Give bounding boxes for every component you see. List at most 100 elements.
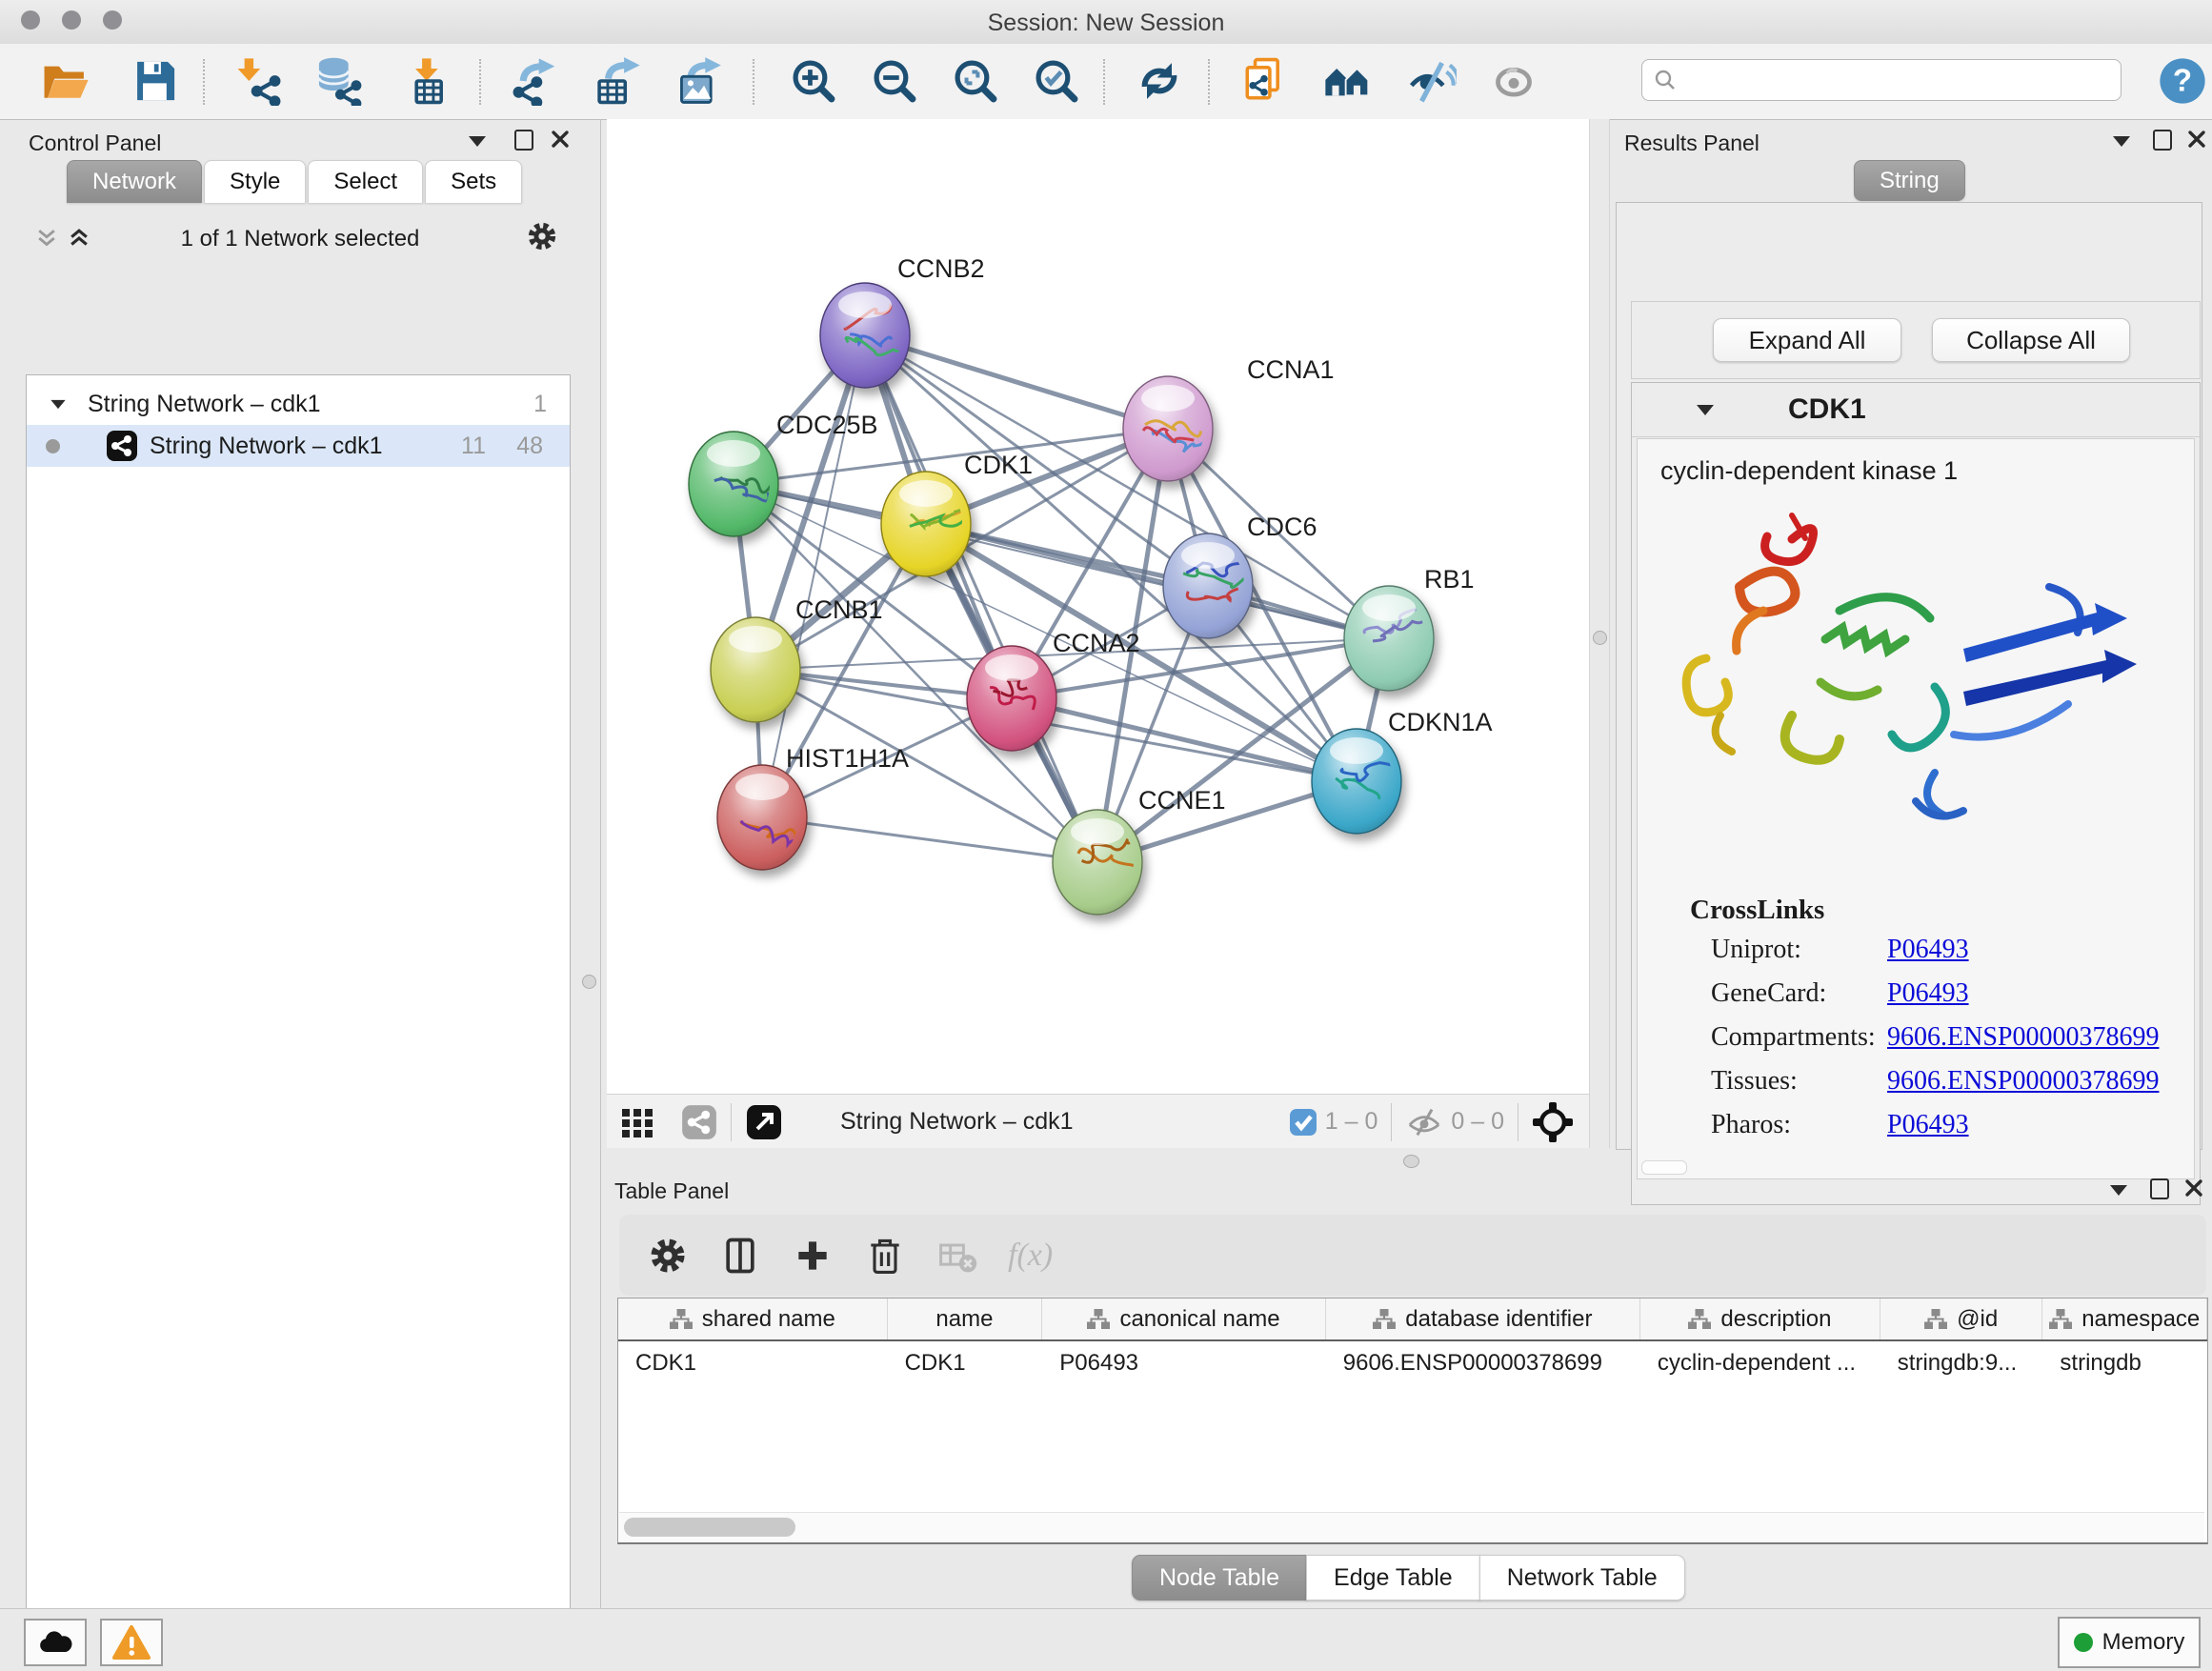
close-panel-icon[interactable]	[551, 130, 570, 149]
maximize-panel-icon[interactable]	[2150, 1178, 2169, 1199]
refresh-button[interactable]	[1132, 53, 1187, 109]
tab-network-table[interactable]: Network Table	[1479, 1555, 1685, 1601]
gear-icon[interactable]	[526, 220, 558, 252]
crosshair-icon[interactable]	[1532, 1101, 1574, 1143]
export-image-button[interactable]	[670, 53, 725, 109]
show-columns-button[interactable]	[718, 1234, 762, 1278]
memory-status-icon	[2074, 1633, 2093, 1652]
zoom-out-button[interactable]	[867, 53, 922, 109]
network-graph[interactable]: CCNB2CCNA1CDC25BCDK1CDC6RB1CCNB1CCNA2CDK…	[607, 119, 1589, 1094]
collapse-all-button[interactable]: Collapse All	[1932, 318, 2130, 362]
export-table-button[interactable]	[590, 53, 645, 109]
float-panel-icon[interactable]	[2110, 1185, 2127, 1196]
table-hscrollbar[interactable]	[619, 1512, 2204, 1541]
edge-CCNA2-CDKN1A[interactable]	[1012, 698, 1357, 781]
network-view-icon[interactable]	[681, 1104, 717, 1140]
results-scrollbar[interactable]	[1641, 1160, 1687, 1175]
node-RB1[interactable]	[1344, 586, 1434, 691]
first-neighbors-button[interactable]	[1320, 53, 1376, 109]
show-graphics-details-button[interactable]	[1486, 53, 1541, 109]
selected-checkbox-icon[interactable]	[1289, 1108, 1317, 1137]
tab-sets[interactable]: Sets	[425, 160, 522, 203]
tab-select[interactable]: Select	[308, 160, 423, 203]
tab-network[interactable]: Network	[67, 160, 202, 203]
column-header-description[interactable]: description	[1640, 1299, 1880, 1339]
collapse-section-icon[interactable]	[1697, 405, 1714, 415]
table-cell[interactable]: P06493	[1042, 1341, 1325, 1385]
table-cell[interactable]: CDK1	[618, 1341, 888, 1385]
node-HIST1H1A[interactable]	[717, 765, 807, 870]
edge-HIST1H1A-CCNE1[interactable]	[762, 817, 1097, 862]
horizontal-splitter-handle[interactable]	[1403, 1155, 1419, 1168]
warnings-button[interactable]	[100, 1619, 163, 1666]
crosslink-value-link[interactable]: P06493	[1887, 978, 1969, 1009]
network-collection-row[interactable]: String Network – cdk1 1	[27, 383, 570, 425]
column-header-database-identifier[interactable]: database identifier	[1326, 1299, 1640, 1339]
node-CDC25B[interactable]	[689, 432, 778, 536]
left-splitter-handle[interactable]	[582, 975, 596, 989]
delete-column-button[interactable]	[863, 1234, 907, 1278]
cloud-button[interactable]	[24, 1619, 87, 1666]
column-header-@id[interactable]: @id	[1880, 1299, 2043, 1339]
open-session-button[interactable]	[38, 53, 93, 109]
import-network-file-button[interactable]	[231, 53, 287, 109]
help-button[interactable]: ?	[2155, 53, 2210, 109]
column-header-namespace[interactable]: namespace	[2042, 1299, 2207, 1339]
memory-button[interactable]: Memory	[2058, 1617, 2201, 1668]
scrollbar-thumb[interactable]	[624, 1518, 795, 1537]
table-cell[interactable]: 9606.ENSP00000378699	[1326, 1341, 1640, 1385]
float-panel-icon[interactable]	[469, 136, 486, 147]
column-header-canonical-name[interactable]: canonical name	[1042, 1299, 1326, 1339]
node-CCNB1[interactable]	[711, 617, 800, 722]
import-network-database-button[interactable]	[311, 53, 366, 109]
maximize-panel-icon[interactable]	[514, 130, 533, 151]
grid-view-icon[interactable]	[620, 1105, 654, 1139]
crosslink-value-link[interactable]: P06493	[1887, 935, 1969, 965]
table-cell[interactable]: CDK1	[888, 1341, 1043, 1385]
search-input[interactable]	[1677, 67, 2121, 93]
network-row-selected[interactable]: String Network – cdk1 11 48	[27, 425, 570, 467]
node-CCNA2[interactable]	[967, 646, 1056, 751]
edge-CCNB2-CCNA1[interactable]	[865, 335, 1168, 429]
network-canvas[interactable]: CCNB2CCNA1CDC25BCDK1CDC6RB1CCNB1CCNA2CDK…	[607, 119, 1589, 1094]
expand-all-button[interactable]: Expand All	[1713, 318, 1901, 362]
table-cell[interactable]: cyclin-dependent ...	[1640, 1341, 1880, 1385]
table-settings-button[interactable]	[646, 1234, 690, 1278]
node-CDKN1A[interactable]	[1312, 729, 1401, 834]
crosslink-value-link[interactable]: 9606.ENSP00000378699	[1887, 1022, 2159, 1053]
tab-string[interactable]: String	[1854, 160, 1965, 201]
maximize-panel-icon[interactable]	[2153, 130, 2172, 151]
tab-edge-table[interactable]: Edge Table	[1306, 1555, 1480, 1601]
zoom-fit-button[interactable]	[948, 53, 1003, 109]
tab-node-table[interactable]: Node Table	[1132, 1555, 1307, 1601]
close-panel-icon[interactable]	[2187, 130, 2206, 149]
column-header-shared-name[interactable]: shared name	[618, 1299, 888, 1339]
node-CCNE1[interactable]	[1053, 810, 1145, 915]
crosslink-value-link[interactable]: P06493	[1887, 1110, 1969, 1140]
node-CDC6[interactable]	[1163, 534, 1253, 638]
clone-network-button[interactable]	[1237, 53, 1292, 109]
table-cell[interactable]: stringdb	[2042, 1341, 2207, 1385]
search-field[interactable]	[1641, 59, 2122, 101]
hide-selected-button[interactable]	[1404, 53, 1459, 109]
edge-CCNB2-CCNE1[interactable]	[865, 335, 1097, 862]
node-CCNB2[interactable]	[820, 283, 910, 388]
node-CCNA1[interactable]	[1123, 376, 1213, 481]
float-panel-icon[interactable]	[2113, 136, 2130, 147]
open-in-window-icon[interactable]	[745, 1103, 783, 1141]
add-column-button[interactable]	[791, 1234, 835, 1278]
column-header-name[interactable]: name	[888, 1299, 1043, 1339]
export-network-button[interactable]	[507, 53, 562, 109]
table-cell[interactable]: stringdb:9...	[1880, 1341, 2043, 1385]
tree-expand-icon[interactable]	[50, 399, 65, 408]
zoom-selected-button[interactable]	[1029, 53, 1084, 109]
tab-style[interactable]: Style	[204, 160, 306, 203]
save-session-button[interactable]	[128, 53, 183, 109]
right-splitter-handle[interactable]	[1593, 631, 1607, 645]
table-row[interactable]: CDK1CDK1P064939606.ENSP00000378699cyclin…	[618, 1341, 2207, 1385]
crosslink-value-link[interactable]: 9606.ENSP00000378699	[1887, 1066, 2159, 1097]
gene-section-header[interactable]: CDK1	[1632, 383, 2200, 437]
zoom-in-button[interactable]	[786, 53, 841, 109]
close-panel-icon[interactable]	[2184, 1178, 2203, 1198]
import-table-button[interactable]	[400, 53, 455, 109]
